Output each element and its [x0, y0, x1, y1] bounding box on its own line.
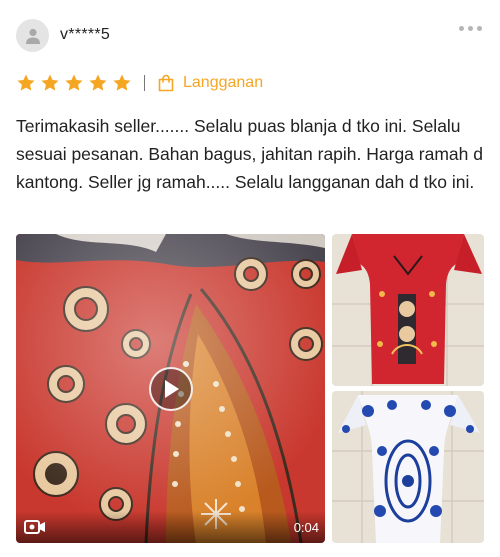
blue-white-batik-dress-photo	[332, 391, 484, 543]
rating-row: Langganan	[16, 72, 263, 94]
star-icon	[17, 74, 35, 91]
play-button[interactable]	[149, 367, 193, 411]
user-icon	[25, 28, 40, 44]
video-camera-icon	[24, 520, 45, 534]
subscriber-badge-label: Langganan	[183, 74, 264, 91]
review-video[interactable]: 0:04	[16, 234, 325, 543]
more-dot	[459, 26, 464, 31]
star-icon	[41, 74, 59, 91]
product-review: v*****5 Langganan Terimakasih seller....…	[0, 0, 500, 557]
divider	[144, 75, 145, 91]
red-batik-dress-photo	[332, 234, 484, 386]
review-comment: Terimakasih seller....... Selalu puas bl…	[16, 116, 483, 192]
play-icon	[165, 380, 179, 398]
review-image-1[interactable]	[332, 234, 484, 386]
more-dot	[477, 26, 482, 31]
video-duration: 0:04	[293, 520, 319, 535]
video-overlay-bar	[16, 511, 325, 543]
shopping-bag-icon	[158, 74, 174, 92]
avatar[interactable]	[16, 19, 49, 52]
more-dots-icon[interactable]	[459, 26, 482, 31]
star-icon	[113, 74, 131, 91]
star-icon	[65, 74, 83, 91]
reviewer-username[interactable]: v*****5	[60, 26, 110, 44]
more-dot	[468, 26, 473, 31]
review-image-2[interactable]	[332, 391, 484, 543]
star-icon	[89, 74, 107, 91]
star-rating	[16, 73, 132, 93]
